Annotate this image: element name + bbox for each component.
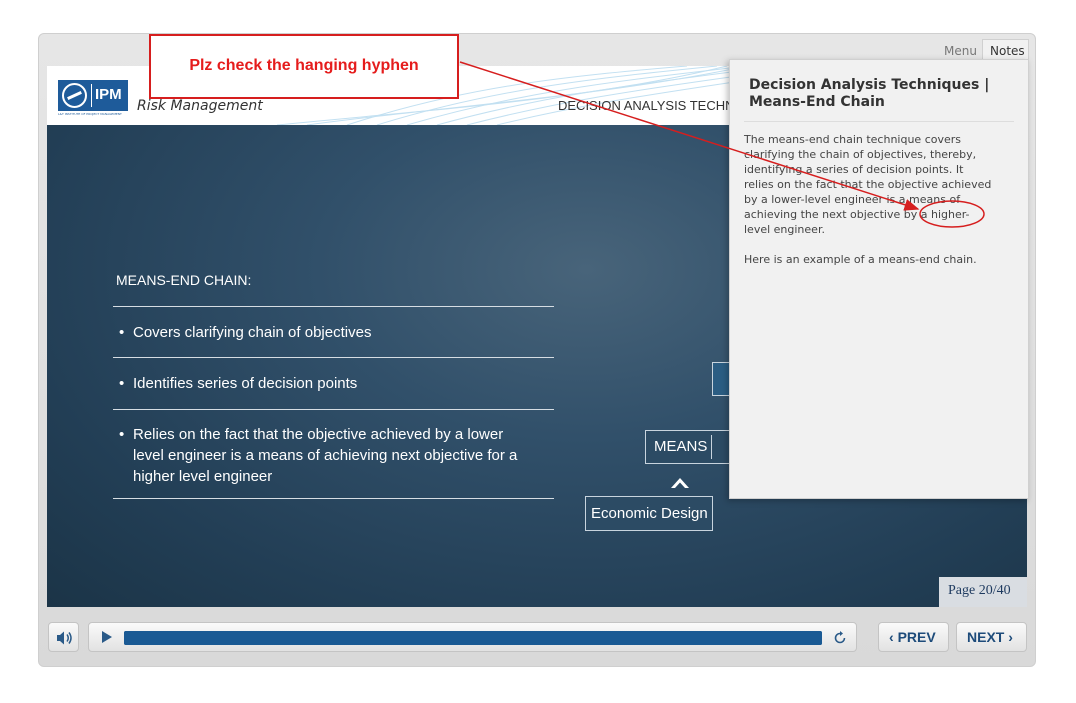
replay-icon[interactable] bbox=[832, 630, 848, 646]
review-annotation-text: Plz check the hanging hyphen bbox=[189, 57, 419, 74]
notes-divider bbox=[744, 121, 1014, 122]
next-label: NEXT bbox=[967, 629, 1005, 645]
chevron-right-icon: › bbox=[1004, 629, 1013, 645]
bullet-text: Covers clarifying chain of objectives bbox=[133, 324, 372, 341]
section-title: DECISION ANALYSIS TECHN bbox=[558, 98, 735, 113]
notes-panel: Decision Analysis Techniques | Means-End… bbox=[729, 59, 1029, 499]
bullet-item: • Identifies series of decision points bbox=[119, 373, 519, 394]
bullet-text: Identifies series of decision points bbox=[133, 375, 358, 392]
next-button[interactable]: NEXT › bbox=[956, 622, 1027, 652]
review-annotation-box: Plz check the hanging hyphen bbox=[149, 34, 459, 99]
means-end-heading: MEANS-END CHAIN: bbox=[116, 272, 252, 288]
chevron-left-icon: ‹ bbox=[889, 629, 898, 645]
bullet-dot: • bbox=[119, 375, 125, 392]
bullet-text: Relies on the fact that the objective ac… bbox=[133, 426, 518, 485]
bullet-dot: • bbox=[119, 324, 125, 341]
logo-subtext: L&T INSTITUTE OF PROJECT MANAGEMENT bbox=[58, 112, 122, 116]
chevron-up-icon bbox=[671, 478, 689, 488]
speaker-icon bbox=[57, 631, 72, 645]
notes-paragraph: Here is an example of a means-end chain. bbox=[744, 253, 977, 266]
divider bbox=[113, 498, 554, 499]
player-controls: ‹ PREV NEXT › bbox=[38, 612, 1036, 662]
progress-track[interactable] bbox=[124, 631, 822, 645]
notes-title: Decision Analysis Techniques | Means-End… bbox=[749, 77, 990, 110]
economic-design-label: Economic Design bbox=[591, 505, 708, 522]
prev-label: PREV bbox=[897, 629, 936, 645]
divider bbox=[113, 306, 554, 307]
economic-design-box: Economic Design bbox=[585, 496, 713, 531]
audio-button[interactable] bbox=[48, 622, 79, 652]
playback-bar bbox=[88, 622, 857, 652]
divider bbox=[113, 409, 554, 410]
page-indicator: Page 20/40 bbox=[939, 577, 1027, 607]
divider bbox=[113, 357, 554, 358]
prev-button[interactable]: ‹ PREV bbox=[878, 622, 949, 652]
notes-paragraph: The means-end chain technique covers cla… bbox=[744, 133, 992, 236]
lt-circle-icon bbox=[62, 83, 87, 108]
bullet-dot: • bbox=[119, 426, 125, 443]
bullet-item: • Covers clarifying chain of objectives bbox=[119, 322, 519, 343]
ipm-logo: IPM L&T INSTITUTE OF PROJECT MANAGEMENT bbox=[58, 80, 128, 116]
course-title: Risk Management bbox=[137, 98, 263, 114]
logo-text: IPM bbox=[95, 86, 122, 103]
bullet-item: • Relies on the fact that the objective … bbox=[119, 424, 519, 487]
play-icon[interactable] bbox=[102, 631, 112, 643]
means-box: MEANS bbox=[645, 430, 735, 464]
progress-fill bbox=[124, 631, 822, 645]
means-label: MEANS bbox=[654, 438, 708, 455]
